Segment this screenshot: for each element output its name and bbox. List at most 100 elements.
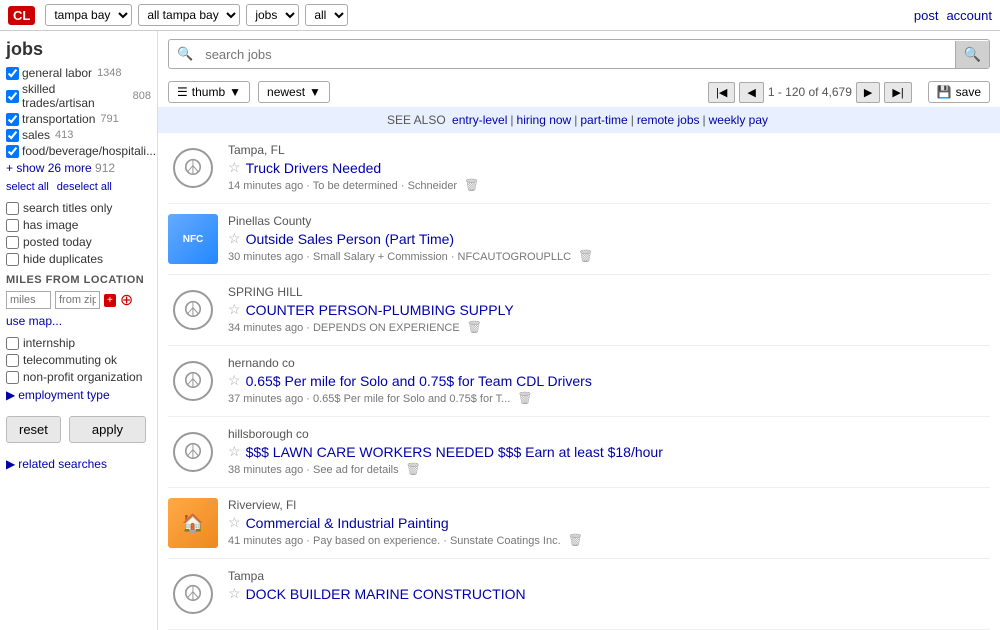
job-title-row: ☆ COUNTER PERSON-PLUMBING SUPPLY [228,301,990,318]
employment-type-toggle[interactable]: ▶ employment type [6,388,151,402]
filter-checkbox-nonprofit[interactable] [6,371,19,384]
job-title-link[interactable]: Outside Sales Person (Part Time) [246,231,455,247]
job-title-link[interactable]: COUNTER PERSON-PLUMBING SUPPLY [246,302,514,318]
see-also-weekly-pay[interactable]: weekly pay [709,113,768,127]
category-select[interactable]: jobs [246,4,299,26]
save-button[interactable]: 💾 save [928,81,990,103]
reset-button[interactable]: reset [6,416,61,443]
trash-icon[interactable]: 🗑 [578,249,593,263]
star-icon[interactable]: ☆ [228,514,241,531]
job-thumbnail: NFC [168,214,218,264]
prev-page-button[interactable]: ◀ [739,82,763,103]
show-more-link[interactable]: + show 26 more 912 [6,161,151,175]
account-link[interactable]: account [946,8,992,23]
apply-button[interactable]: apply [69,416,146,443]
miles-input[interactable] [6,291,51,309]
search-bar: 🔍 🔍 [168,39,990,69]
job-title-row: ☆ 0.65$ Per mile for Solo and 0.75$ for … [228,372,990,389]
trash-icon[interactable]: 🗑 [467,320,482,334]
zip-input[interactable] [55,291,100,309]
subcategory-select[interactable]: all [305,4,348,26]
filter-posted-today: posted today [6,235,151,249]
category-label: food/beverage/hospitali... [22,144,156,158]
filter-label: internship [23,336,75,350]
filter-checkbox-posted-today[interactable] [6,236,19,249]
star-icon[interactable]: ☆ [228,301,241,318]
category-item-sales: sales 413 [6,128,151,142]
trash-icon[interactable]: 🗑 [517,391,532,405]
category-item-general-labor: general labor 1348 [6,66,151,80]
filter-checkbox-search-titles[interactable] [6,202,19,215]
filter-checkbox-hide-duplicates[interactable] [6,253,19,266]
star-icon[interactable]: ☆ [228,585,241,602]
see-also-entry-level[interactable]: entry-level [452,113,507,127]
job-meta: 41 minutes ago · Pay based on experience… [228,533,990,547]
chevron-right-icon: ▶ [6,388,15,402]
filter-checkbox-internship[interactable] [6,337,19,350]
star-icon[interactable]: ☆ [228,443,241,460]
filter-section: search titles only has image posted toda… [6,201,151,266]
job-title-link[interactable]: $$$ LAWN CARE WORKERS NEEDED $$$ Earn at… [246,444,663,460]
star-icon[interactable]: ☆ [228,230,241,247]
job-location: hillsborough co [228,427,990,441]
post-link[interactable]: post [914,8,939,23]
employment-type-label: employment type [18,388,109,402]
related-searches-link[interactable]: ▶ related searches [6,457,151,471]
extra-filters: internship telecommuting ok non-profit o… [6,336,151,384]
toolbar: ☰ thumb ▼ newest ▼ |◀ ◀ 1 - 120 of 4,679… [158,77,1000,107]
job-icon: ☮ [168,356,218,406]
area-select[interactable]: all tampa bay [138,4,240,26]
job-location: Riverview, Fl [228,498,990,512]
category-checkbox-skilled-trades[interactable] [6,90,19,103]
category-item-skilled-trades: skilled trades/artisan 808 [6,82,151,110]
chevron-down-icon: ▼ [229,85,241,99]
list-item: NFC Pinellas County ☆ Outside Sales Pers… [168,204,990,275]
star-icon[interactable]: ☆ [228,159,241,176]
star-icon[interactable]: ☆ [228,372,241,389]
save-icon: 💾 [937,85,952,99]
peace-symbol-icon: ☮ [173,574,213,614]
category-checkbox-transportation[interactable] [6,113,19,126]
use-map-link[interactable]: use map... [6,314,151,328]
main-layout: jobs general labor 1348 skilled trades/a… [0,31,1000,630]
job-meta: 14 minutes ago · To be determined · Schn… [228,178,990,192]
category-checkbox-food[interactable] [6,145,19,158]
filter-label: telecommuting ok [23,353,117,367]
view-button[interactable]: ☰ thumb ▼ [168,81,250,103]
deselect-all-link[interactable]: deselect all [57,181,112,193]
category-checkbox-general-labor[interactable] [6,67,19,80]
first-page-button[interactable]: |◀ [708,82,735,103]
trash-icon[interactable]: 🗑 [568,533,583,547]
filter-internship: internship [6,336,151,350]
last-page-button[interactable]: ▶| [884,82,911,103]
job-title-link[interactable]: Commercial & Industrial Painting [246,515,449,531]
search-input[interactable] [201,42,954,67]
job-details: Tampa ☆ DOCK BUILDER MARINE CONSTRUCTION [228,569,990,602]
location-icon[interactable]: ⊕ [120,290,133,310]
job-icon: ☮ [168,427,218,477]
category-checkbox-sales[interactable] [6,129,19,142]
sort-button[interactable]: newest ▼ [258,81,330,103]
filter-checkbox-telecommuting[interactable] [6,354,19,367]
job-location: Tampa, FL [228,143,990,157]
trash-icon[interactable]: 🗑 [406,462,421,476]
job-meta: 37 minutes ago · 0.65$ Per mile for Solo… [228,391,990,405]
job-title-link[interactable]: DOCK BUILDER MARINE CONSTRUCTION [246,586,526,602]
search-submit-button[interactable]: 🔍 [955,41,989,68]
see-also-remote-jobs[interactable]: remote jobs [637,113,700,127]
job-icon: ☮ [168,285,218,335]
view-label: thumb [192,85,225,99]
trash-icon[interactable]: 🗑 [464,178,479,192]
job-details: Tampa, FL ☆ Truck Drivers Needed 14 minu… [228,143,990,192]
job-details: Pinellas County ☆ Outside Sales Person (… [228,214,990,263]
job-location: SPRING HILL [228,285,990,299]
filter-checkbox-has-image[interactable] [6,219,19,232]
job-title-link[interactable]: 0.65$ Per mile for Solo and 0.75$ for Te… [246,373,592,389]
select-all-link[interactable]: select all [6,181,49,193]
location-select[interactable]: tampa bay [45,4,132,26]
next-page-button[interactable]: ▶ [856,82,880,103]
see-also-part-time[interactable]: part-time [580,113,627,127]
list-icon: ☰ [177,85,188,99]
job-title-link[interactable]: Truck Drivers Needed [246,160,382,176]
see-also-hiring-now[interactable]: hiring now [517,113,572,127]
